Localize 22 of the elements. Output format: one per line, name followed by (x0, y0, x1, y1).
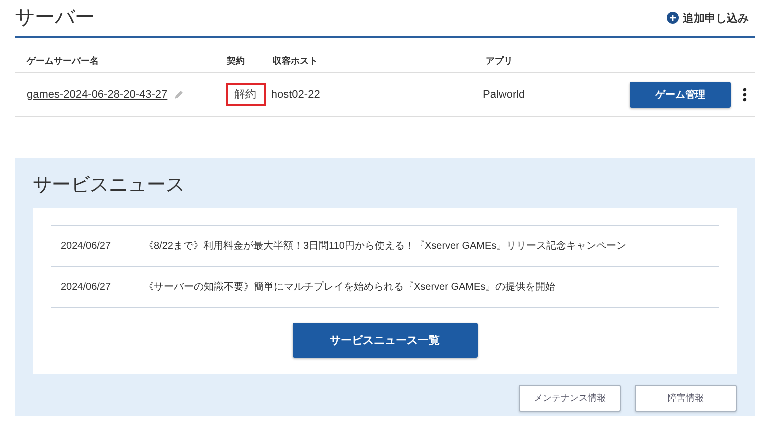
info-button[interactable]: メンテナンス情報 (519, 385, 621, 412)
pencil-icon (174, 90, 184, 100)
news-link[interactable]: 《8/22まで》利用料金が最大半額！3日間110円から使える！『Xserver GAMEs』リリース記念キャンペーン (144, 239, 627, 253)
plus-icon: + (667, 12, 679, 24)
server-name-link[interactable]: games-2024-06-28-20-43-27 (27, 88, 168, 100)
table-cell-text: host02-22 (271, 88, 322, 100)
news-link[interactable]: 《サーバーの知識不要》簡単にマルチプレイを始められる『Xserver GAMEs』の提供を開始 (144, 280, 556, 294)
section-title: サービスニュース (33, 174, 186, 198)
news-date: 2024/06/27 (61, 282, 112, 292)
table-cell-text: Palworld (482, 88, 526, 100)
column-header: アプリ (486, 54, 514, 68)
news-list-button[interactable]: サービスニュース一覧 (292, 323, 478, 358)
page-title: サーバー (15, 6, 95, 30)
contract-status: 解約 (226, 83, 266, 106)
add-link[interactable]: + 追加申し込み (667, 10, 749, 26)
info-button[interactable]: 障害情報 (635, 385, 737, 412)
more-icon[interactable] (743, 88, 748, 102)
column-header: 収容ホスト (273, 54, 319, 68)
game-manage-button[interactable]: ゲーム管理 (630, 82, 732, 108)
news-date: 2024/06/27 (61, 240, 112, 252)
column-header: 契約 (227, 54, 246, 68)
column-header: ゲームサーバー名 (26, 54, 100, 68)
